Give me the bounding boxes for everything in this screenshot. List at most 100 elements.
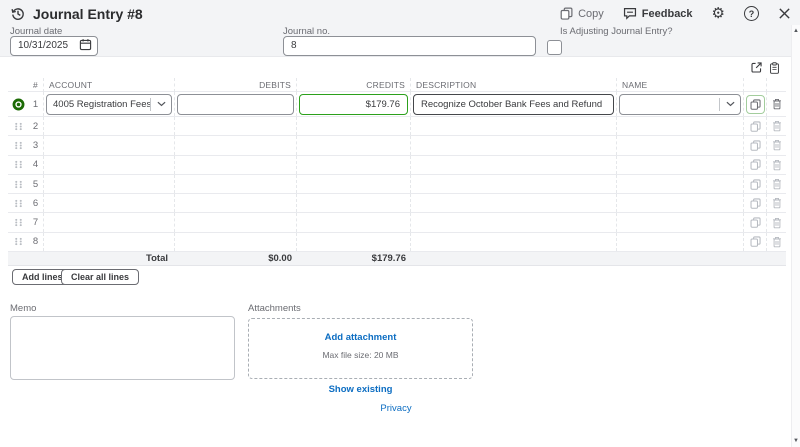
delete-row-icon[interactable]: [772, 120, 782, 132]
duplicate-row-icon[interactable]: [750, 159, 761, 170]
debits-cell[interactable]: [175, 117, 297, 135]
table-row: 8: [8, 233, 786, 252]
clear-all-lines-button[interactable]: Clear all lines: [61, 269, 139, 285]
delete-row-icon[interactable]: [772, 98, 782, 110]
credits-cell[interactable]: [297, 194, 411, 212]
max-file-size-text: Max file size: 20 MB: [322, 350, 398, 360]
total-credits: $179.76: [297, 252, 411, 265]
credits-cell[interactable]: [297, 213, 411, 231]
grid-actions: [751, 62, 780, 74]
close-icon[interactable]: [778, 7, 791, 20]
active-row-indicator-icon[interactable]: [12, 98, 25, 111]
description-cell[interactable]: [411, 175, 617, 193]
edit-grid-icon[interactable]: [751, 62, 762, 73]
vertical-scrollbar[interactable]: ▲ ▼: [791, 25, 800, 447]
account-cell[interactable]: [44, 194, 175, 212]
name-select[interactable]: [619, 94, 741, 115]
table-row: 3: [8, 136, 786, 155]
help-icon[interactable]: ?: [744, 6, 759, 21]
debits-cell[interactable]: [175, 175, 297, 193]
duplicate-row-icon[interactable]: [750, 236, 761, 247]
account-cell[interactable]: [44, 136, 175, 154]
drag-handle-icon[interactable]: [14, 180, 23, 189]
debits-cell[interactable]: [175, 136, 297, 154]
account-cell[interactable]: [44, 117, 175, 135]
copy-button[interactable]: Copy: [560, 7, 604, 20]
total-debits: $0.00: [175, 252, 297, 265]
history-clock-icon[interactable]: [10, 6, 26, 22]
description-cell[interactable]: [411, 194, 617, 212]
table-row: 5: [8, 175, 786, 194]
duplicate-row-icon[interactable]: [746, 95, 765, 114]
duplicate-row-icon[interactable]: [750, 198, 761, 209]
adjusting-label: Is Adjusting Journal Entry?: [560, 26, 672, 37]
credits-cell[interactable]: [297, 136, 411, 154]
feedback-button[interactable]: Feedback: [623, 7, 693, 20]
account-cell[interactable]: [44, 175, 175, 193]
name-cell[interactable]: [617, 194, 744, 212]
account-cell[interactable]: [44, 213, 175, 231]
drag-handle-icon[interactable]: [14, 199, 23, 208]
name-cell[interactable]: [617, 136, 744, 154]
debits-cell[interactable]: [175, 194, 297, 212]
credits-cell[interactable]: [297, 117, 411, 135]
credits-cell[interactable]: [297, 156, 411, 174]
name-cell[interactable]: [617, 213, 744, 231]
table-row: 4: [8, 156, 786, 175]
journal-lines-table: # ACCOUNT DEBITS CREDITS DESCRIPTION NAM…: [8, 78, 786, 266]
chevron-down-icon: [719, 98, 740, 111]
name-cell[interactable]: [617, 175, 744, 193]
scroll-down-arrow-icon[interactable]: ▼: [792, 438, 800, 444]
calendar-icon[interactable]: [79, 38, 92, 51]
name-cell[interactable]: [617, 156, 744, 174]
account-select[interactable]: 4005 Registration Fees: [46, 94, 172, 115]
name-cell[interactable]: [617, 117, 744, 135]
drag-handle-icon[interactable]: [14, 237, 23, 246]
scroll-up-arrow-icon[interactable]: ▲: [792, 28, 800, 34]
drag-handle-icon[interactable]: [14, 141, 23, 150]
delete-row-icon[interactable]: [772, 197, 782, 209]
page-title: Journal Entry #8: [33, 6, 143, 22]
adjusting-checkbox[interactable]: [547, 40, 562, 55]
description-input[interactable]: [413, 94, 614, 115]
duplicate-row-icon[interactable]: [750, 179, 761, 190]
delete-row-icon[interactable]: [772, 139, 782, 151]
account-cell[interactable]: [44, 233, 175, 251]
description-cell[interactable]: [411, 117, 617, 135]
drag-handle-icon[interactable]: [14, 122, 23, 131]
clipboard-icon[interactable]: [769, 62, 780, 74]
debits-cell[interactable]: [175, 156, 297, 174]
settings-gear-icon[interactable]: ⚙: [712, 6, 725, 21]
credits-cell[interactable]: [297, 233, 411, 251]
debits-input[interactable]: [177, 94, 294, 115]
duplicate-row-icon[interactable]: [750, 217, 761, 228]
row-number: 5: [33, 179, 38, 190]
attachment-dropzone[interactable]: Add attachment Max file size: 20 MB: [248, 318, 473, 379]
credits-cell[interactable]: [297, 175, 411, 193]
privacy-link[interactable]: Privacy: [346, 403, 446, 414]
description-cell[interactable]: [411, 136, 617, 154]
description-cell[interactable]: [411, 156, 617, 174]
account-cell[interactable]: [44, 156, 175, 174]
name-cell[interactable]: [617, 233, 744, 251]
row-number: 8: [33, 236, 38, 247]
delete-row-icon[interactable]: [772, 217, 782, 229]
debits-cell[interactable]: [175, 233, 297, 251]
add-attachment-link[interactable]: Add attachment: [325, 332, 397, 343]
show-existing-link[interactable]: Show existing: [248, 384, 473, 395]
delete-row-icon[interactable]: [772, 159, 782, 171]
row-number: 2: [33, 121, 38, 132]
delete-row-icon[interactable]: [772, 178, 782, 190]
memo-input[interactable]: [10, 316, 235, 380]
credits-input[interactable]: [299, 94, 408, 115]
delete-row-icon[interactable]: [772, 236, 782, 248]
debits-cell[interactable]: [175, 213, 297, 231]
drag-handle-icon[interactable]: [14, 160, 23, 169]
duplicate-row-icon[interactable]: [750, 121, 761, 132]
description-cell[interactable]: [411, 213, 617, 231]
journal-no-input[interactable]: [283, 36, 536, 56]
duplicate-row-icon[interactable]: [750, 140, 761, 151]
drag-handle-icon[interactable]: [14, 218, 23, 227]
memo-label: Memo: [10, 303, 36, 314]
description-cell[interactable]: [411, 233, 617, 251]
